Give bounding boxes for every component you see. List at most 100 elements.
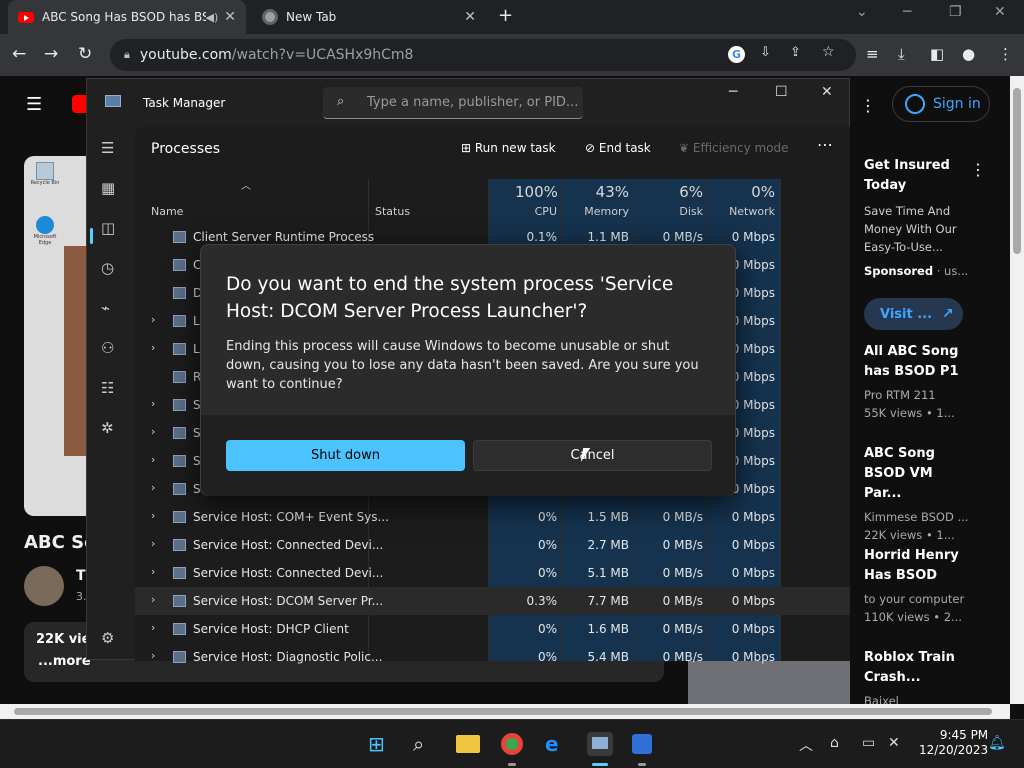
video-player-partial[interactable]: Recycle Bin Microsoft Edge [24,156,86,516]
expand-chevron-icon[interactable]: › [151,481,155,494]
yt-more-options-icon[interactable]: ⋮ [860,96,876,115]
expand-chevron-icon[interactable]: › [151,649,155,662]
tm-close-icon[interactable]: ✕ [821,84,833,100]
bookmark-star-icon[interactable]: ☆ [822,44,835,60]
expand-chevron-icon[interactable]: › [151,425,155,438]
expand-chevron-icon[interactable]: › [151,593,155,606]
process-row[interactable]: › Service Host: DHCP Client 0% 1.6 MB 0 MB/s… [135,615,850,643]
tab-new-tab[interactable]: New Tab ✕ [252,0,486,34]
end-task-button[interactable]: ⊘ End task [585,141,651,155]
system-clock[interactable]: 9:45 PM 12/20/2023 [919,728,988,758]
disk-total[interactable]: 6% [655,183,703,201]
rec-item[interactable]: ABC Song BSOD VM Par... Kimmese BSOD ...… [864,444,974,544]
column-status[interactable]: Status [375,205,410,218]
column-name[interactable]: Name [151,205,183,218]
tm-maximize-icon[interactable]: ☐ [775,84,788,100]
tab-youtube[interactable]: ABC Song Has BSOD has BSO ◀) ✕ [8,0,246,34]
media-control-icon[interactable]: ≡ [866,45,879,63]
start-icon[interactable]: ⊞ [368,732,385,756]
tab-search-icon[interactable]: ⌄ [856,4,868,20]
show-more-link[interactable]: ...more [38,654,91,669]
show-hidden-icons-icon[interactable]: ︿ [799,735,813,755]
volume-muted-icon[interactable]: ✕ [888,735,900,751]
ad-menu-icon[interactable]: ⋮ [970,160,986,179]
google-lens-icon[interactable]: G [728,46,745,63]
reload-icon[interactable]: ↻ [78,44,92,64]
tab-close-icon[interactable]: ✕ [224,9,236,25]
run-new-task-button[interactable]: ⊞ Run new task [461,141,556,155]
column-network[interactable]: Network [715,205,775,218]
hamburger-icon[interactable]: ☰ [101,139,114,157]
app-history-icon[interactable]: ◷ [101,259,114,277]
shut-down-button[interactable]: Shut down [226,440,465,471]
network-icon[interactable]: ⌂ [830,735,839,751]
task-manager-taskbar-icon[interactable] [587,732,613,756]
taskbar-search-icon[interactable]: ⌕ [413,732,424,756]
expand-chevron-icon[interactable]: › [151,313,155,326]
startup-apps-icon[interactable]: ⌁ [101,299,110,317]
rec-item[interactable]: Horrid Henry Has BSOD to your computer 11… [864,546,974,626]
yt-menu-icon[interactable]: ☰ [26,94,42,115]
expand-chevron-icon[interactable]: › [151,341,155,354]
network-total[interactable]: 0% [727,183,775,201]
process-row[interactable]: › Service Host: DCOM Server Pr... 0.3% 7.7 … [135,587,850,615]
display-icon[interactable]: ▭ [862,735,875,751]
back-icon[interactable]: ← [12,44,26,64]
services-icon[interactable]: ✲ [101,419,114,437]
expand-chevron-icon[interactable]: › [151,453,155,466]
close-window-icon[interactable]: ✕ [994,4,1006,20]
minimize-icon[interactable]: ─ [903,4,911,20]
new-tab-icon[interactable]: + [498,5,513,26]
ad-title[interactable]: Get Insured Today [864,156,954,196]
forward-icon[interactable]: → [44,44,58,64]
visit-ad-button[interactable]: Visit ... ↗ [864,298,963,330]
column-cpu[interactable]: CPU [515,205,557,218]
column-memory[interactable]: Memory [575,205,629,218]
address-bar[interactable]: 🔒︎ youtube.com/watch?v=UCASHx9hCm8 G ⇩ ⇪… [110,39,856,71]
memory-total[interactable]: 43% [585,183,629,201]
tab-close-icon[interactable]: ✕ [464,9,476,25]
expand-chevron-icon[interactable]: › [151,397,155,410]
column-disk[interactable]: Disk [655,205,703,218]
expand-chevron-icon[interactable]: › [151,509,155,522]
sign-in-button[interactable]: Sign in [892,86,990,122]
profile-icon[interactable]: ● [962,45,975,63]
process-search-input[interactable]: ⌕ Type a name, publisher, or PID... [323,87,583,119]
rec-item[interactable]: All ABC Song has BSOD P1 Pro RTM 211 55K … [864,342,974,422]
audio-icon[interactable]: ◀) [206,11,219,24]
share-icon[interactable]: ⇪ [790,45,801,60]
installer-app-icon[interactable] [632,734,652,754]
sort-arrow-icon[interactable]: ︿ [241,177,251,192]
notification-bell-icon[interactable]: 🔔︎ [988,735,1006,751]
internet-explorer-icon[interactable]: e [545,732,559,756]
more-options-icon[interactable]: ⋯ [817,135,833,154]
file-explorer-icon[interactable] [456,735,480,753]
expand-chevron-icon[interactable]: › [151,565,155,578]
tm-minimize-icon[interactable]: ─ [729,84,737,100]
page-scrollbar-vertical[interactable] [1010,76,1024,704]
efficiency-mode-button[interactable]: ❦ Efficiency mode [679,141,789,155]
channel-avatar[interactable] [24,566,64,606]
settings-gear-icon[interactable]: ⚙ [101,629,114,647]
cpu-total[interactable]: 100% [515,183,558,201]
performance-icon[interactable]: ◫ [101,219,115,237]
process-row[interactable]: › Service Host: COM+ Event Sys... 0% 1.5 MB… [135,503,850,531]
expand-chevron-icon[interactable]: › [151,621,155,634]
users-icon[interactable]: ⚇ [101,339,114,357]
cancel-button[interactable]: Cancel [473,440,712,471]
chrome-menu-icon[interactable]: ⋮ [998,45,1013,63]
chrome-taskbar-icon[interactable] [501,733,523,755]
page-scrollbar-horizontal[interactable] [0,704,1010,719]
downloads-icon[interactable]: ⤓ [898,45,905,63]
side-panel-icon[interactable]: ◧ [930,45,944,63]
expand-chevron-icon[interactable]: › [151,537,155,550]
channel-name[interactable]: T [76,568,86,584]
install-app-icon[interactable]: ⇩ [760,45,771,60]
process-row[interactable]: › Service Host: Connected Devi... 0% 2.7 MB… [135,531,850,559]
details-icon[interactable]: ☷ [101,379,114,397]
processes-icon[interactable]: ▦ [101,179,115,197]
process-row[interactable]: › Service Host: Diagnostic Polic... 0% 5.4 … [135,643,850,671]
restore-icon[interactable]: ❐ [949,4,962,20]
process-row[interactable]: › Service Host: Connected Devi... 0% 5.1 MB… [135,559,850,587]
rec-item[interactable]: Roblox Train Crash... Baixel [864,648,974,710]
